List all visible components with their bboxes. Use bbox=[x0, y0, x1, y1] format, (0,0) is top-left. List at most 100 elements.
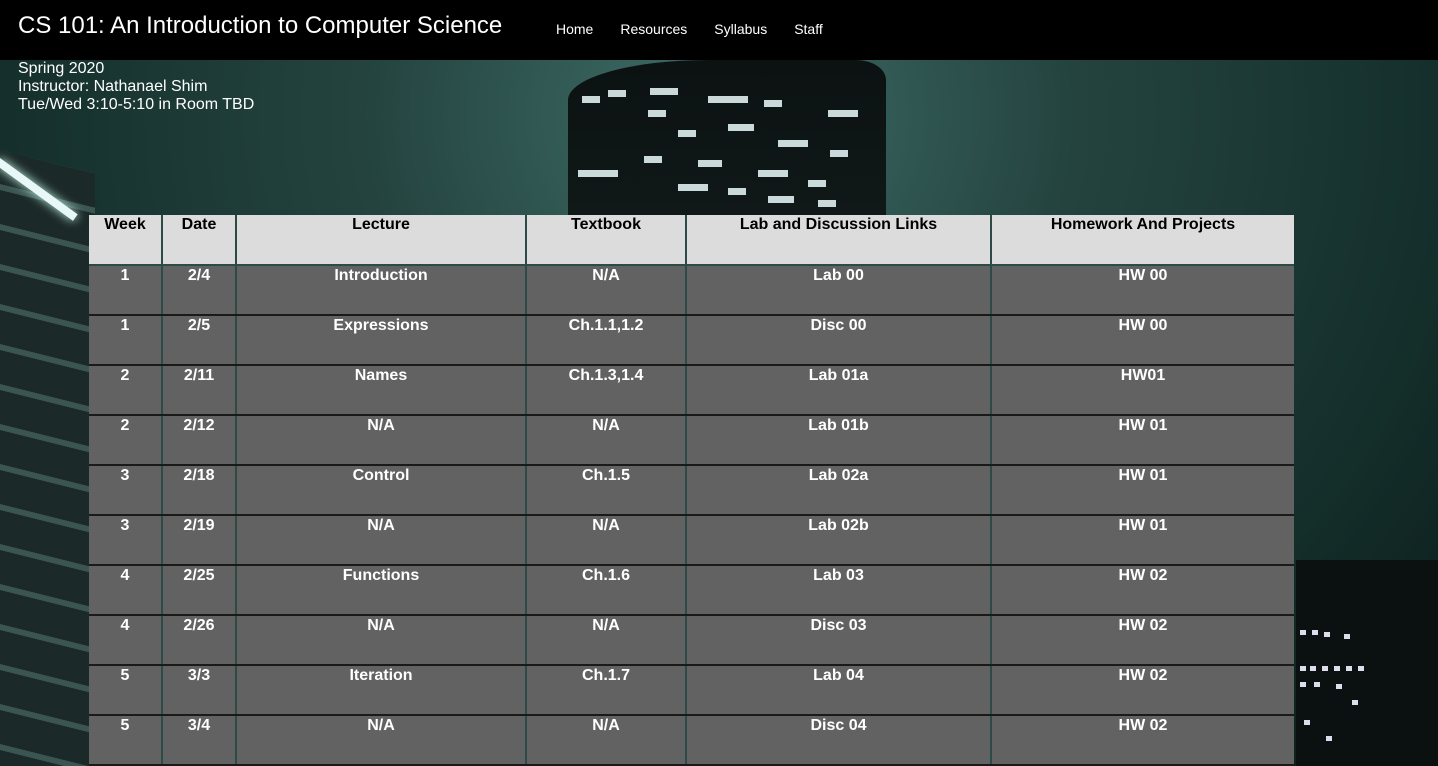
homework-link-cell[interactable]: HW 02 bbox=[990, 565, 1294, 616]
lecture-cell-text: N/A bbox=[367, 717, 395, 734]
main-nav: Home Resources Syllabus Staff bbox=[556, 21, 850, 37]
lecture-cell-text: Functions bbox=[342, 567, 420, 584]
header-lab-discussion: Lab and Discussion Links bbox=[685, 215, 991, 266]
table-row: 4 2/25 Functions Ch.1.6 Lab 03 HW 02 bbox=[89, 565, 1294, 616]
lecture-cell-text: N/A bbox=[367, 517, 395, 534]
textbook-cell-text: Ch.1.6 bbox=[581, 567, 630, 584]
homework-link-cell[interactable]: HW 01 bbox=[990, 515, 1294, 566]
homework-link-cell[interactable]: HW 02 bbox=[990, 665, 1294, 716]
textbook-cell-text: Ch.1.3,1.4 bbox=[568, 367, 644, 384]
lab-link-cell[interactable]: Disc 04 bbox=[685, 715, 991, 766]
homework-link[interactable]: HW 01 bbox=[992, 516, 1294, 535]
homework-link-cell[interactable]: HW 01 bbox=[990, 465, 1294, 516]
lab-link[interactable]: Lab 04 bbox=[687, 666, 990, 685]
textbook-cell-text: N/A bbox=[592, 617, 620, 634]
lab-link-cell[interactable]: Lab 00 bbox=[685, 265, 991, 316]
lab-link[interactable]: Disc 00 bbox=[687, 316, 990, 335]
schedule-table: Week Date Lecture Textbook Lab and Discu… bbox=[89, 215, 1294, 766]
date-cell: 2/5 bbox=[161, 315, 236, 366]
lab-link-cell[interactable]: Lab 01b bbox=[685, 415, 991, 466]
nav-staff-link[interactable]: Staff bbox=[794, 21, 823, 37]
header-lecture: Lecture bbox=[235, 215, 526, 266]
table-header-row: Week Date Lecture Textbook Lab and Discu… bbox=[89, 215, 1294, 266]
textbook-cell: Ch.1.5 bbox=[525, 465, 686, 516]
course-info: Spring 2020 Instructor: Nathanael Shim T… bbox=[18, 60, 254, 114]
site-title: CS 101: An Introduction to Computer Scie… bbox=[18, 12, 503, 39]
header-homework: Homework And Projects bbox=[990, 215, 1294, 266]
office-tower bbox=[568, 60, 886, 220]
date-cell: 2/4 bbox=[161, 265, 236, 316]
lecture-cell-text: Introduction bbox=[334, 267, 428, 284]
header-date: Date bbox=[161, 215, 236, 266]
homework-link[interactable]: HW 02 bbox=[992, 566, 1294, 585]
homework-link[interactable]: HW 00 bbox=[992, 316, 1294, 335]
lab-link-cell[interactable]: Lab 02b bbox=[685, 515, 991, 566]
lecture-cell-text: Iteration bbox=[349, 667, 413, 684]
lab-link-cell[interactable]: Lab 04 bbox=[685, 665, 991, 716]
textbook-cell-text: Ch.1.1,1.2 bbox=[568, 317, 644, 334]
lecture-cell: Names bbox=[235, 365, 526, 416]
course-meeting-time: Tue/Wed 3:10-5:10 in Room TBD bbox=[18, 96, 255, 113]
week-cell-text: 4 bbox=[120, 567, 130, 584]
lab-link[interactable]: Lab 02a bbox=[687, 466, 990, 485]
textbook-cell: N/A bbox=[525, 615, 686, 666]
lab-link[interactable]: Lab 01b bbox=[687, 416, 990, 435]
lab-link[interactable]: Lab 01a bbox=[687, 366, 990, 385]
homework-link[interactable]: HW 01 bbox=[992, 466, 1294, 485]
header-week: Week bbox=[89, 215, 162, 266]
date-cell: 2/12 bbox=[161, 415, 236, 466]
nav-resources-link[interactable]: Resources bbox=[620, 21, 687, 37]
textbook-cell: Ch.1.6 bbox=[525, 565, 686, 616]
week-cell: 1 bbox=[89, 265, 162, 316]
lecture-cell: Control bbox=[235, 465, 526, 516]
lecture-cell: Expressions bbox=[235, 315, 526, 366]
week-cell-text: 2 bbox=[120, 367, 130, 384]
week-cell: 4 bbox=[89, 615, 162, 666]
lab-link[interactable]: Lab 02b bbox=[687, 516, 990, 535]
lecture-cell: Introduction bbox=[235, 265, 526, 316]
textbook-cell-text: N/A bbox=[592, 717, 620, 734]
homework-link-cell[interactable]: HW 02 bbox=[990, 615, 1294, 666]
lab-link[interactable]: Disc 04 bbox=[687, 716, 990, 735]
textbook-cell: Ch.1.3,1.4 bbox=[525, 365, 686, 416]
lab-link-cell[interactable]: Disc 00 bbox=[685, 315, 991, 366]
homework-link-cell[interactable]: HW 00 bbox=[990, 265, 1294, 316]
lab-link-cell[interactable]: Lab 01a bbox=[685, 365, 991, 416]
homework-link[interactable]: HW 00 bbox=[992, 266, 1294, 285]
homework-link[interactable]: HW 01 bbox=[992, 416, 1294, 435]
building-left bbox=[0, 150, 95, 766]
lab-link-cell[interactable]: Disc 03 bbox=[685, 615, 991, 666]
homework-link[interactable]: HW 02 bbox=[992, 616, 1294, 635]
table-row: 3 2/19 N/A N/A Lab 02b HW 01 bbox=[89, 515, 1294, 566]
lab-link[interactable]: Disc 03 bbox=[687, 616, 990, 635]
homework-link-cell[interactable]: HW 01 bbox=[990, 415, 1294, 466]
date-cell-text: 2/11 bbox=[183, 367, 215, 384]
table-row: 3 2/18 Control Ch.1.5 Lab 02a HW 01 bbox=[89, 465, 1294, 516]
nav-home-link[interactable]: Home bbox=[556, 21, 593, 37]
table-row: 2 2/12 N/A N/A Lab 01b HW 01 bbox=[89, 415, 1294, 466]
homework-link[interactable]: HW 02 bbox=[992, 666, 1294, 685]
header-bar: CS 101: An Introduction to Computer Scie… bbox=[0, 0, 1438, 60]
date-cell: 3/4 bbox=[161, 715, 236, 766]
date-cell-text: 2/25 bbox=[183, 567, 215, 584]
homework-link-cell[interactable]: HW01 bbox=[990, 365, 1294, 416]
homework-link-cell[interactable]: HW 02 bbox=[990, 715, 1294, 766]
course-term: Spring 2020 bbox=[18, 60, 105, 77]
homework-link-cell[interactable]: HW 00 bbox=[990, 315, 1294, 366]
lab-link[interactable]: Lab 03 bbox=[687, 566, 990, 585]
table-row: 5 3/4 N/A N/A Disc 04 HW 02 bbox=[89, 715, 1294, 766]
week-cell-text: 3 bbox=[120, 517, 130, 534]
lecture-cell: Functions bbox=[235, 565, 526, 616]
textbook-cell: Ch.1.7 bbox=[525, 665, 686, 716]
week-cell-text: 1 bbox=[120, 267, 130, 284]
week-cell-text: 3 bbox=[120, 467, 130, 484]
date-cell-text: 2/12 bbox=[183, 417, 215, 434]
lab-link[interactable]: Lab 00 bbox=[687, 266, 990, 285]
lab-link-cell[interactable]: Lab 02a bbox=[685, 465, 991, 516]
lab-link-cell[interactable]: Lab 03 bbox=[685, 565, 991, 616]
date-cell: 2/26 bbox=[161, 615, 236, 666]
nav-syllabus-link[interactable]: Syllabus bbox=[714, 21, 767, 37]
textbook-cell: Ch.1.1,1.2 bbox=[525, 315, 686, 366]
homework-link[interactable]: HW01 bbox=[992, 366, 1294, 385]
homework-link[interactable]: HW 02 bbox=[992, 716, 1294, 735]
